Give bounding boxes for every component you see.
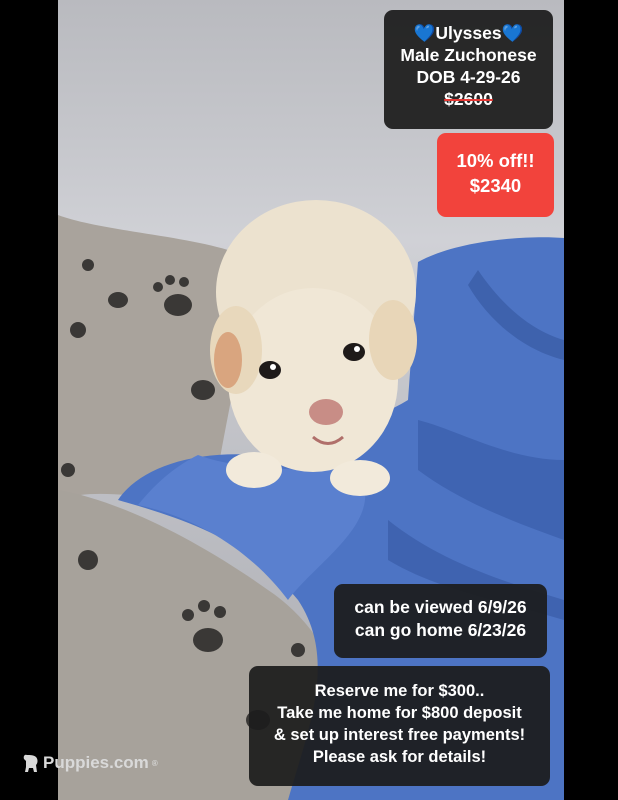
puppies-watermark: Puppies.com ® bbox=[22, 753, 158, 773]
heart-icon: 💙 bbox=[413, 23, 436, 43]
home-date: can go home 6/23/26 bbox=[354, 620, 527, 640]
reserve-line-1: Reserve me for $300.. bbox=[314, 682, 485, 700]
dog-icon bbox=[23, 754, 38, 772]
reserve-line-3: & set up interest free payments! bbox=[273, 726, 526, 744]
date-of-birth: DOB 4-29-26 bbox=[416, 67, 521, 87]
sex-breed: Male Zuchonese bbox=[400, 45, 537, 65]
sale-price: $2340 bbox=[469, 175, 522, 196]
reserve-card: Reserve me for $300.. Take me home for $… bbox=[249, 666, 550, 786]
heart-icon: 💙 bbox=[501, 23, 524, 43]
name-line: 💙Ulysses💙 bbox=[384, 22, 553, 44]
reserve-line-4: Please ask for details! bbox=[312, 748, 487, 766]
discount-label: 10% off!! bbox=[456, 150, 535, 171]
reserve-line-2: Take me home for $800 deposit bbox=[277, 704, 522, 722]
view-date: can be viewed 6/9/26 bbox=[354, 597, 527, 617]
sale-badge: 10% off!! $2340 bbox=[437, 133, 554, 217]
original-price: $2600 bbox=[444, 89, 493, 109]
registered-mark: ® bbox=[151, 758, 158, 768]
watermark-text: Puppies.com bbox=[43, 753, 149, 772]
dates-card: can be viewed 6/9/26 can go home 6/23/26 bbox=[334, 584, 547, 658]
puppy-name: Ulysses bbox=[435, 23, 502, 43]
puppy-info-card: 💙Ulysses💙 Male Zuchonese DOB 4-29-26 $26… bbox=[384, 10, 553, 129]
